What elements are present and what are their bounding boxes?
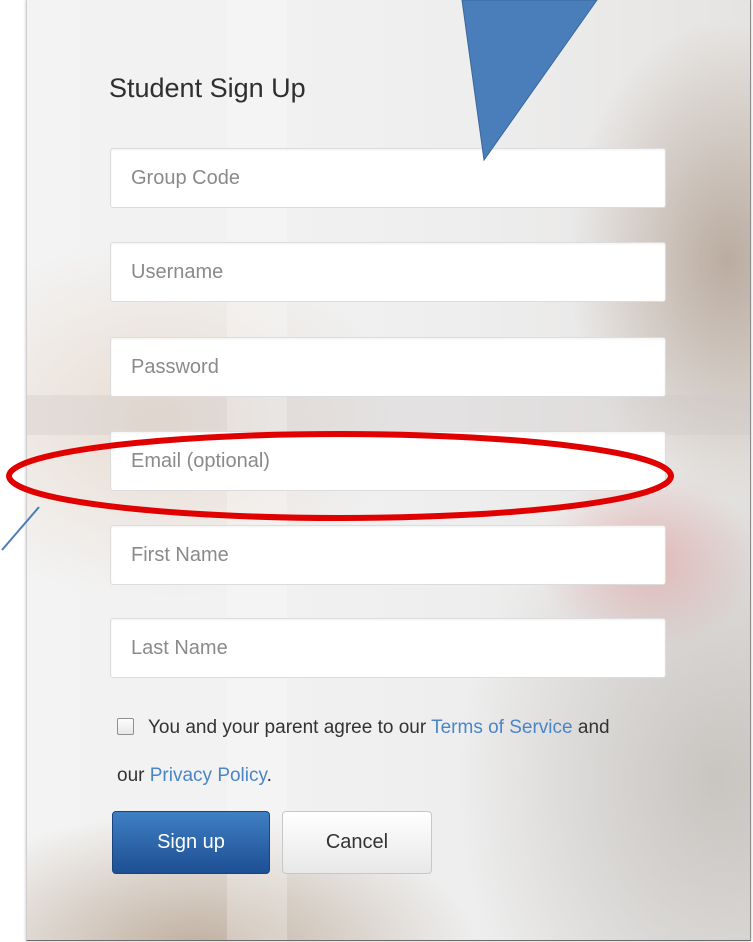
terms-of-service-link[interactable]: Terms of Service bbox=[431, 717, 572, 738]
first-name-input[interactable] bbox=[110, 525, 666, 585]
screenshot-stage: Student Sign Up You and your parent agre… bbox=[0, 0, 753, 942]
privacy-policy-link[interactable]: Privacy Policy bbox=[150, 765, 267, 786]
page-title: Student Sign Up bbox=[109, 73, 306, 103]
username-input[interactable] bbox=[110, 242, 666, 302]
agreement-prefix: You and your parent agree to our bbox=[148, 717, 432, 738]
background-shape bbox=[27, 395, 750, 435]
group-code-input[interactable] bbox=[110, 148, 666, 208]
agreement-suffix: . bbox=[266, 765, 272, 786]
terms-agreement: You and your parent agree to our Terms o… bbox=[117, 704, 637, 800]
signup-card: Student Sign Up You and your parent agre… bbox=[26, 0, 751, 941]
sign-up-button[interactable]: Sign up bbox=[112, 811, 270, 874]
email-input[interactable] bbox=[110, 431, 666, 491]
last-name-input[interactable] bbox=[110, 618, 666, 678]
cancel-button[interactable]: Cancel bbox=[282, 811, 432, 874]
password-input[interactable] bbox=[110, 337, 666, 397]
terms-checkbox[interactable] bbox=[117, 718, 134, 735]
